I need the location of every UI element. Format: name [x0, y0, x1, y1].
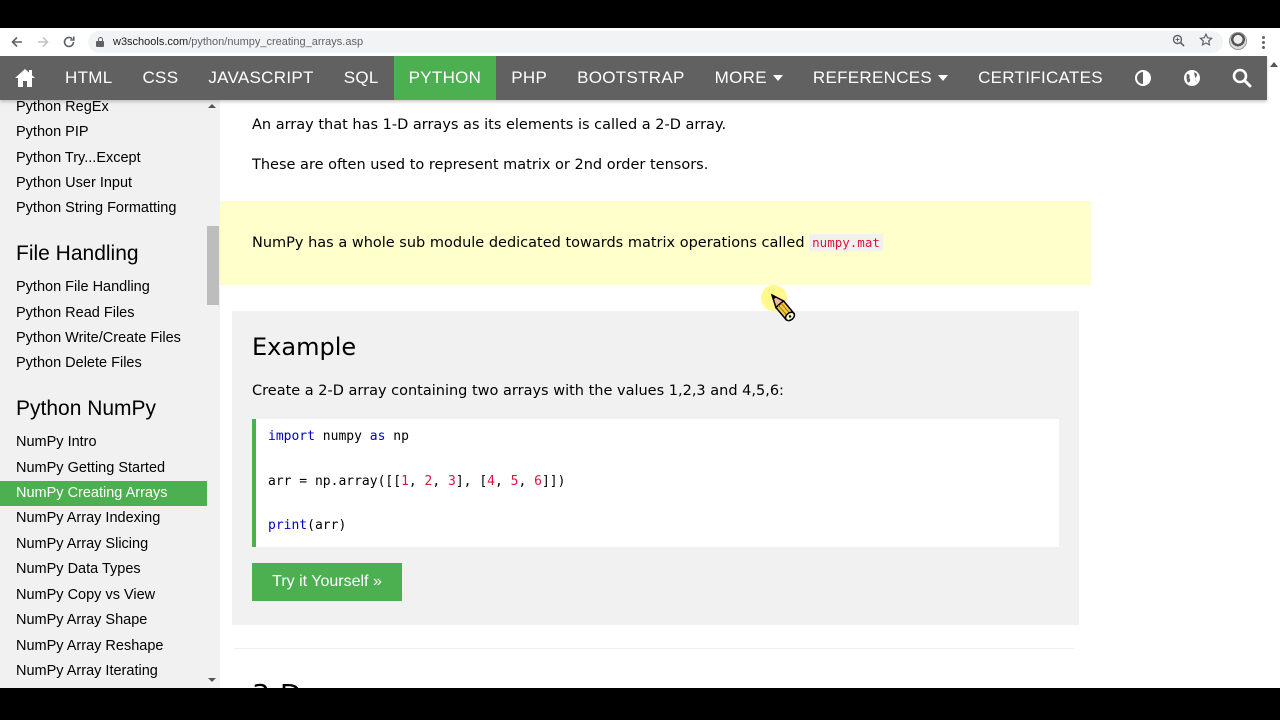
nav-more[interactable]: MORE: [700, 56, 798, 100]
sidebar-item-numpy-copy-vs-view[interactable]: NumPy Copy vs View: [0, 583, 207, 608]
nav-label: REFERENCES: [812, 68, 933, 87]
forward-button[interactable]: [30, 29, 56, 55]
search-icon: [1232, 68, 1252, 88]
code-block: import numpy as np arr = np.array([[1, 2…: [252, 419, 1059, 547]
caret-down-icon: [938, 75, 949, 81]
example-title: Example: [252, 333, 357, 361]
browser-toolbar: w3schools.com/python/numpy_creating_arra…: [0, 28, 1280, 56]
nav-label: BOOTSTRAP: [577, 68, 685, 87]
reload-button[interactable]: [56, 29, 82, 55]
nav-bootstrap[interactable]: BOOTSTRAP: [562, 56, 700, 100]
contrast-toggle[interactable]: [1118, 56, 1168, 100]
nav-python[interactable]: PYTHON: [393, 56, 497, 100]
sidebar-item-numpy-getting-started[interactable]: NumPy Getting Started: [0, 456, 207, 481]
nav-label: MORE: [714, 68, 767, 87]
sidebar-heading-file-handling: File Handling: [16, 242, 139, 265]
page-scrollbar-up[interactable]: [1268, 58, 1280, 70]
home-icon: [15, 69, 35, 87]
url-host: w3schools.com: [113, 36, 189, 48]
url-path: /python/numpy_creating_arrays.asp: [188, 36, 364, 48]
nav-html[interactable]: HTML: [50, 56, 127, 100]
section-divider: [234, 648, 1074, 649]
sidebar-item-numpy-array-iterating[interactable]: NumPy Array Iterating: [0, 659, 207, 684]
nav-references[interactable]: REFERENCES: [798, 56, 963, 100]
sidebar-item-numpy-array-reshape[interactable]: NumPy Array Reshape: [0, 634, 207, 659]
code-line-array: arr = np.array([[1, 2, 3], [4, 5, 6]]): [268, 474, 566, 489]
nav-label: SQL: [343, 68, 379, 87]
globe-icon: [1184, 70, 1201, 86]
back-button[interactable]: [4, 29, 30, 55]
nav-label: HTML: [65, 68, 113, 87]
search-button[interactable]: [1217, 56, 1267, 100]
main-content: An array that has 1-D arrays as its elem…: [220, 100, 1280, 688]
sidebar-item-python-delete-files[interactable]: Python Delete Files: [0, 351, 207, 376]
sidebar-item-python-pip[interactable]: Python PIP: [0, 120, 207, 145]
sidebar-item-numpy-data-types[interactable]: NumPy Data Types: [0, 557, 207, 582]
sidebar-item-numpy-intro[interactable]: NumPy Intro: [0, 430, 207, 455]
forward-arrow-icon: [38, 36, 49, 48]
example-box: Example Create a 2-D array containing tw…: [232, 311, 1079, 625]
sidebar: Python RegEx Python PIP Python Try...Exc…: [0, 100, 220, 688]
paragraph-2d-usage: These are often used to represent matrix…: [252, 157, 709, 173]
note-text: NumPy has a whole sub module dedicated t…: [252, 234, 883, 251]
nav-label: PYTHON: [408, 68, 482, 87]
sidebar-item-python-try-except[interactable]: Python Try...Except: [0, 146, 207, 171]
lock-icon: [96, 37, 105, 47]
sidebar-item-python-string-formatting[interactable]: Python String Formatting: [0, 196, 207, 221]
note-box: NumPy has a whole sub module dedicated t…: [220, 201, 1091, 285]
kebab-menu-icon[interactable]: [1258, 32, 1268, 52]
example-description: Create a 2-D array containing two arrays…: [252, 383, 784, 399]
code-line-import: import numpy as np: [268, 429, 409, 444]
sidebar-scroll-up-arrow[interactable]: [208, 104, 216, 108]
note-sentence: NumPy has a whole sub module dedicated t…: [252, 235, 810, 251]
top-navigation: HTML CSS JAVASCRIPT SQL PYTHON PHP BOOTS…: [0, 56, 1267, 100]
sidebar-item-numpy-array-indexing[interactable]: NumPy Array Indexing: [0, 506, 207, 531]
address-bar[interactable]: w3schools.com/python/numpy_creating_arra…: [88, 31, 1223, 53]
sidebar-item-python-file-handling[interactable]: Python File Handling: [0, 275, 207, 300]
nav-label: JAVASCRIPT: [208, 68, 314, 87]
back-arrow-icon: [11, 36, 22, 48]
screen-letterbox-top: [0, 0, 1280, 28]
contrast-icon: [1134, 70, 1151, 86]
nav-php[interactable]: PHP: [496, 56, 562, 100]
nav-certificates[interactable]: CERTIFICATES: [963, 56, 1118, 100]
sidebar-item-numpy-array-slicing[interactable]: NumPy Array Slicing: [0, 532, 207, 557]
nav-sql[interactable]: SQL: [329, 56, 394, 100]
language-button[interactable]: [1168, 56, 1218, 100]
sidebar-item-numpy-creating-arrays[interactable]: NumPy Creating Arrays: [0, 481, 207, 506]
nav-css[interactable]: CSS: [127, 56, 193, 100]
sidebar-heading-python-numpy: Python NumPy: [16, 397, 157, 420]
sidebar-scrollbar-thumb[interactable]: [207, 226, 219, 305]
star-icon[interactable]: [1199, 33, 1213, 47]
sidebar-item-python-user-input[interactable]: Python User Input: [0, 171, 207, 196]
zoom-icon[interactable]: [1172, 34, 1185, 47]
nav-label: CSS: [142, 68, 179, 87]
screen-letterbox-bottom: [0, 688, 1280, 720]
sidebar-scroll-down-arrow[interactable]: [208, 678, 216, 682]
url-text: w3schools.com/python/numpy_creating_arra…: [113, 36, 363, 48]
sidebar-item-python-read-files[interactable]: Python Read Files: [0, 301, 207, 326]
sidebar-item-python-write-create-files[interactable]: Python Write/Create Files: [0, 326, 207, 351]
profile-avatar[interactable]: [1229, 32, 1247, 50]
sidebar-item-python-regex[interactable]: Python RegEx: [0, 100, 207, 120]
nav-home[interactable]: [0, 56, 50, 100]
code-line-print: print(arr): [268, 518, 347, 533]
section-heading-3d: 3-D: [252, 678, 301, 688]
inline-code-numpy-mat: numpy.mat: [809, 234, 883, 251]
sidebar-item-numpy-array-shape[interactable]: NumPy Array Shape: [0, 608, 207, 633]
nav-label: CERTIFICATES: [978, 68, 1103, 87]
web-page: HTML CSS JAVASCRIPT SQL PYTHON PHP BOOTS…: [0, 56, 1280, 688]
nav-javascript[interactable]: JAVASCRIPT: [193, 56, 328, 100]
caret-down-icon: [772, 75, 783, 81]
paragraph-2d-definition: An array that has 1-D arrays as its elem…: [252, 117, 727, 133]
nav-label: PHP: [511, 68, 548, 87]
reload-icon: [63, 36, 75, 48]
try-it-yourself-button[interactable]: Try it Yourself »: [252, 563, 402, 601]
